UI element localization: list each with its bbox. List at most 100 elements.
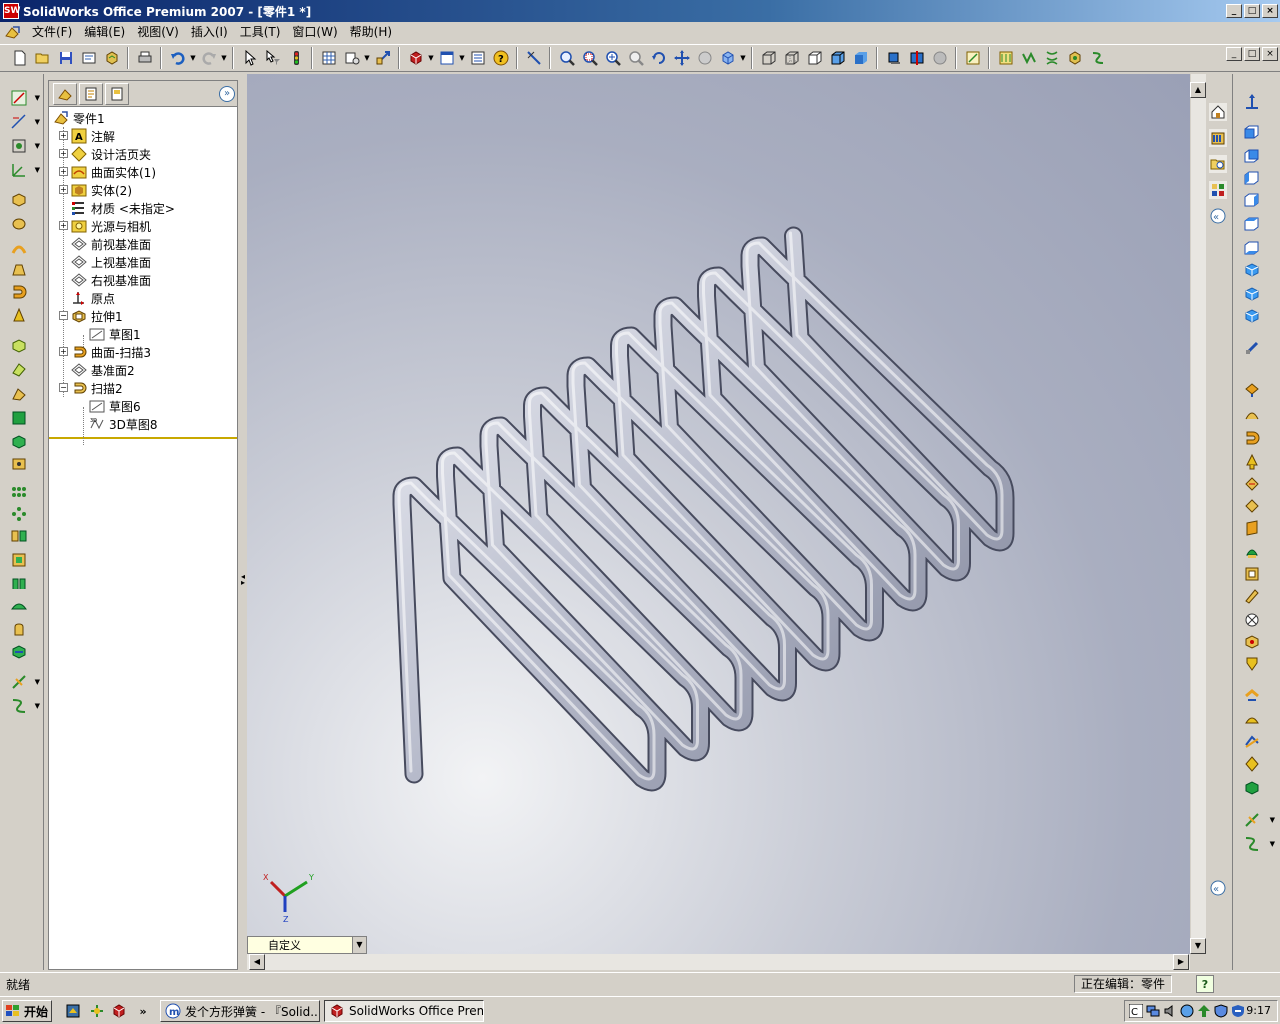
tree-item-plane2[interactable]: 基准面2	[71, 361, 135, 379]
boundary-boss-icon[interactable]	[8, 282, 30, 302]
sketch-toolbar-icon[interactable]	[963, 48, 983, 68]
curves-icon[interactable]: ▼	[8, 696, 40, 716]
file-explorer-icon[interactable]	[1208, 154, 1228, 174]
standard-views-dropdown-icon[interactable]: ▼	[739, 54, 747, 62]
expand-design-binder-toggle[interactable]: +	[59, 149, 68, 158]
sketch-mode-icon[interactable]: ▼	[8, 88, 40, 108]
tray-app-icon[interactable]	[1180, 1004, 1194, 1018]
swept-cut-icon[interactable]	[8, 384, 30, 404]
surface-revolve-icon[interactable]	[1241, 404, 1263, 424]
expand-surface-bodies-toggle[interactable]: +	[59, 167, 68, 176]
dimetric-view-icon[interactable]	[1241, 306, 1263, 326]
tree-item-surface-sweep3[interactable]: 曲面-扫描3	[71, 343, 151, 361]
offset-surface-icon[interactable]	[1241, 496, 1263, 516]
lofted-boss-icon[interactable]	[8, 260, 30, 280]
shadows-icon[interactable]	[884, 48, 904, 68]
dome-icon[interactable]	[8, 596, 30, 616]
start-button[interactable]: 开始	[2, 1000, 52, 1022]
zoom-in-out-icon[interactable]	[603, 48, 623, 68]
expand-annotations-toggle[interactable]: +	[59, 131, 68, 140]
view-port-icon[interactable]	[437, 48, 457, 68]
rib-icon[interactable]	[8, 574, 30, 594]
square-spring-model[interactable]	[247, 74, 1190, 954]
tree-root-part[interactable]: 零件1	[53, 109, 105, 127]
splitter-grip-icon[interactable]: ◂ ▸	[241, 573, 245, 598]
new-document-icon[interactable]	[10, 48, 30, 68]
minimize-button[interactable]: _	[1226, 4, 1242, 18]
configuration-manager-tab-icon[interactable]	[105, 82, 129, 105]
tree-item-3d-sketch8[interactable]: 3D 3D草图8	[89, 415, 158, 433]
shaded-with-edges-icon[interactable]	[828, 48, 848, 68]
maximize-button[interactable]: □	[1244, 4, 1260, 18]
menu-tools[interactable]: 工具(T)	[234, 23, 287, 41]
extruded-boss-icon[interactable]	[8, 190, 30, 210]
view-orientation-dropdown[interactable]: 自定义 ▼	[247, 936, 367, 954]
collapse-extrude1-toggle[interactable]: −	[59, 311, 68, 320]
taskbar-button-solidworks[interactable]: SolidWorks Office Premiu...	[324, 1000, 484, 1022]
select-filter-icon[interactable]	[263, 48, 283, 68]
zoom-to-fit-icon[interactable]	[557, 48, 577, 68]
scroll-left-button[interactable]: ◀	[249, 954, 265, 970]
mirror-icon[interactable]	[8, 526, 30, 546]
appearance-dropdown-icon[interactable]: ▼	[427, 54, 435, 62]
tree-item-top-plane[interactable]: 上视基准面	[71, 253, 151, 271]
tree-item-material[interactable]: 材质 <未指定>	[71, 199, 175, 217]
tree-item-design-binder[interactable]: 设计活页夹	[71, 145, 151, 163]
replace-face-icon[interactable]	[1241, 686, 1263, 706]
view-port-dropdown-icon[interactable]: ▼	[458, 54, 466, 62]
top-view-icon[interactable]	[1241, 214, 1263, 234]
lofted-cut-icon[interactable]	[8, 408, 30, 428]
network-icon[interactable]	[1146, 1004, 1160, 1018]
tree-item-lights-cameras[interactable]: 光源与相机	[71, 217, 151, 235]
vertical-scrollbar[interactable]: ▲ ▼	[1190, 74, 1206, 954]
quick-tips-icon[interactable]: ?	[1196, 975, 1214, 993]
shell-icon[interactable]	[8, 550, 30, 570]
tree-item-surface-bodies[interactable]: 曲面实体(1)	[71, 163, 156, 181]
draft-icon[interactable]	[8, 620, 30, 640]
horizontal-scrollbar[interactable]: ◀ ▶	[247, 954, 1190, 970]
scroll-up-button[interactable]: ▲	[1190, 82, 1206, 98]
scroll-right-button[interactable]: ▶	[1173, 954, 1189, 970]
save-icon[interactable]	[56, 48, 76, 68]
mid-surface-icon[interactable]	[1241, 732, 1263, 752]
realview-icon[interactable]	[930, 48, 950, 68]
menu-file[interactable]: 文件(F)	[26, 23, 78, 41]
collapse-sweep2-toggle[interactable]: −	[59, 383, 68, 392]
scroll-down-button[interactable]: ▼	[1190, 938, 1206, 954]
taskbar-button-forum[interactable]: m 发个方形弹簧 - 『Solid...	[160, 1000, 320, 1022]
chamfer-icon[interactable]	[8, 454, 30, 474]
open-folder-icon[interactable]	[33, 48, 53, 68]
knit-surface-icon[interactable]	[1241, 542, 1263, 562]
help-icon[interactable]: ?	[491, 48, 511, 68]
make-drawing-icon[interactable]	[79, 48, 99, 68]
instant3d-icon[interactable]	[373, 48, 393, 68]
undo-dropdown-icon[interactable]: ▼	[189, 54, 197, 62]
expand-panel-button[interactable]: »	[219, 85, 235, 102]
expand-solid-bodies-toggle[interactable]: +	[59, 185, 68, 194]
expand-task-pane-icon[interactable]: «	[1208, 878, 1228, 898]
smart-dimension-icon[interactable]: ▼	[8, 112, 40, 132]
tree-item-extrude1[interactable]: 拉伸1	[71, 307, 123, 325]
close-button[interactable]: ×	[1262, 4, 1278, 18]
collapse-task-pane-icon[interactable]: «	[1208, 206, 1228, 226]
zoom-to-selection-icon[interactable]	[626, 48, 646, 68]
surface-flatten-icon[interactable]	[1241, 778, 1263, 798]
quicklaunch-more-button[interactable]: »	[134, 1002, 152, 1020]
section-view-icon[interactable]	[907, 48, 927, 68]
ruled-surface-icon[interactable]	[1241, 754, 1263, 774]
expand-surface-sweep3-toggle[interactable]: +	[59, 347, 68, 356]
swept-boss-icon[interactable]	[8, 238, 30, 258]
bottom-view-icon[interactable]	[1241, 238, 1263, 258]
redo-icon[interactable]	[199, 48, 219, 68]
menu-view[interactable]: 视图(V)	[131, 23, 185, 41]
chevron-down-icon[interactable]: ▼	[352, 937, 366, 953]
circular-pattern-icon[interactable]	[8, 504, 30, 524]
surface-extrude-icon[interactable]	[1241, 380, 1263, 400]
linear-pattern-icon[interactable]	[8, 482, 30, 502]
home-icon[interactable]	[1208, 102, 1228, 122]
composite-curve-icon[interactable]	[1065, 48, 1085, 68]
menu-edit[interactable]: 编辑(E)	[78, 23, 131, 41]
volume-icon[interactable]	[1163, 1004, 1177, 1018]
rotate-view-icon[interactable]	[649, 48, 669, 68]
extruded-cut-icon[interactable]	[8, 336, 30, 356]
